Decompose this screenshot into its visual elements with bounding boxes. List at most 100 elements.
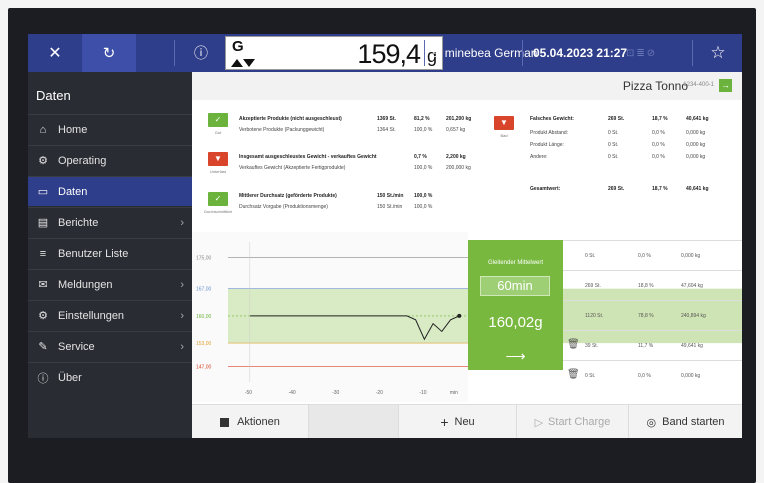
right-row-value: 0,000 kg — [686, 130, 706, 136]
wrench-icon: ✎ — [38, 341, 48, 353]
right-row-value: 0,0 % — [652, 142, 665, 148]
left-row-sub: Verkauftes Gewicht (Akzeptierte Fertigpr… — [239, 165, 346, 171]
right-row-value: 0 St. — [608, 130, 619, 136]
moving-average-duration[interactable]: 60min — [480, 276, 550, 296]
message-icon: ✉ — [38, 279, 48, 291]
left-row-subvalue: 200,000 kg — [446, 165, 471, 171]
new-button[interactable]: + Neu — [398, 405, 516, 438]
table-cell: 0,000 kg — [681, 253, 701, 259]
left-row-subvalue: 150 St./min — [377, 204, 403, 210]
sidebar-item-benutzer-liste[interactable]: ≡ Benutzer Liste — [28, 238, 192, 268]
total-label: Gesamtwert: — [530, 186, 561, 192]
sidebar-item--ber[interactable]: ⓘ Über — [28, 362, 192, 392]
right-row-value: 0,0 % — [652, 130, 665, 136]
sidebar-item-label: Berichte — [58, 216, 99, 229]
product-bar: Pizza Tonno 1234-400-1 → — [192, 72, 742, 100]
badge-label-bad: Bad — [500, 133, 508, 138]
sidebar-item-einstellungen[interactable]: ⚙ Einstellungen › — [28, 300, 192, 330]
sidebar-item-meldungen[interactable]: ✉ Meldungen › — [28, 269, 192, 299]
empty-slot — [308, 405, 398, 438]
sidebar-item-home[interactable]: ⌂ Home — [28, 114, 192, 144]
left-row-title: Mittlerer Durchsatz (geförderte Produkte… — [239, 193, 337, 199]
left-row-subvalue: 1364 St. — [377, 127, 396, 133]
x-tick-label: min — [450, 390, 458, 396]
belt-icon: ◎ — [646, 416, 657, 429]
sidebar-item-label: Daten — [58, 185, 88, 198]
close-icon[interactable]: ✕ — [28, 34, 82, 72]
left-row-subvalue: 0,657 kg — [446, 127, 466, 133]
status-icons: ⊡≣⊘ — [626, 47, 658, 59]
sidebar-item-label: Home — [58, 123, 88, 136]
gross-marker: G — [232, 38, 244, 55]
sidebar-item-daten[interactable]: ▭ Daten — [28, 176, 192, 206]
start-charge-button[interactable]: ▷ Start Charge — [516, 405, 628, 438]
action-bar: Aktionen + Neu ▷ Start Charge ◎ Band sta… — [192, 404, 742, 438]
total-value: 40,641 kg — [686, 186, 709, 192]
trash-icon[interactable]: 🗑 — [567, 339, 580, 350]
left-row-value: 2,200 kg — [446, 154, 466, 160]
right-row-label: Produkt Länge: — [530, 142, 564, 148]
left-row-value: 1369 St. — [377, 116, 396, 122]
start-belt-button[interactable]: ◎ Band starten — [628, 405, 742, 438]
star-icon[interactable]: ☆ — [698, 34, 738, 72]
badge-label-under: Unterlast — [209, 169, 226, 174]
zero-icon — [243, 59, 255, 67]
right-row-value: 0,000 kg — [686, 142, 706, 148]
table-cell: 240,894 kg — [681, 313, 706, 319]
moving-average-value: 160,02g — [488, 314, 543, 331]
x-tick-label: -50 — [245, 390, 252, 396]
badge-label-good: Gut — [214, 130, 222, 135]
table-cell: 1120 St. — [585, 313, 604, 319]
product-code: 1234-400-1 — [683, 82, 714, 88]
report-icon: ▤ — [37, 217, 49, 229]
moving-average-title: Gleitender Mittelwert — [487, 260, 544, 266]
sidebar-title: Daten — [36, 88, 71, 103]
plus-icon: + — [440, 414, 449, 430]
right-row-label: Produkt Abstand: — [530, 130, 569, 136]
x-tick-label: -20 — [376, 390, 383, 396]
summary-panel: ✓ Gut ▼ Unterlast ✓ Durchschnittlich ▼ B… — [192, 102, 742, 230]
refresh-icon[interactable]: ↻ — [82, 34, 136, 72]
left-row-subvalue: 100,0 % — [414, 127, 433, 133]
sidebar-item-label: Service — [58, 340, 95, 353]
sidebar-item-service[interactable]: ✎ Service › — [28, 331, 192, 361]
product-name: Pizza Tonno — [622, 79, 688, 93]
table-cell: 0 St. — [585, 373, 596, 379]
stability-icon — [231, 59, 243, 67]
left-row-value: 81,2 % — [414, 116, 430, 122]
start-belt-label: Band starten — [662, 416, 725, 428]
actions-button[interactable]: Aktionen — [192, 405, 308, 438]
top-bar: ✕ ↻ ⓘ G 159,4 g ♙ minebea German 05.04.2… — [28, 34, 742, 72]
sidebar-item-label: Über — [58, 371, 82, 384]
y-tick-label: 175,00 — [196, 256, 212, 262]
left-row-subvalue: 100,0 % — [414, 165, 433, 171]
sidebar-item-berichte[interactable]: ▤ Berichte › — [28, 207, 192, 237]
series-endpoint — [457, 313, 462, 318]
right-row-value: 0 St. — [608, 142, 619, 148]
table-row: 269 St. 18,8 % 47,604 kg — [563, 270, 742, 300]
table-row: 🗑 0 St. 0,0 % 0,000 kg — [563, 360, 742, 390]
good-badge-icon: ✓ — [208, 113, 228, 127]
weight-display: G 159,4 g — [225, 36, 443, 70]
sidebar-item-label: Operating — [58, 154, 107, 167]
right-row-value: 0 St. — [608, 154, 619, 160]
settings-icon: ⚙ — [38, 310, 48, 322]
new-label: Neu — [454, 416, 475, 428]
product-next-icon[interactable]: → — [719, 79, 732, 92]
average-badge-icon: ✓ — [208, 192, 228, 206]
info-icon[interactable]: ⓘ — [184, 34, 218, 72]
right-value: 18,7 % — [652, 116, 668, 122]
chevron-right-icon: › — [180, 278, 184, 291]
table-row: 0 St. 0,0 % 0,000 kg — [563, 240, 742, 270]
start-charge-label: Start Charge — [548, 416, 611, 428]
table-row: 1120 St. 78,8 % 240,894 kg — [563, 300, 742, 330]
weight-value: 159,4 — [357, 39, 421, 69]
trash-icon[interactable]: 🗑 — [567, 369, 580, 380]
table-cell: 0,0 % — [638, 373, 651, 379]
datetime: 05.04.2023 21:27 — [533, 46, 628, 60]
x-tick-label: -10 — [419, 390, 426, 396]
y-tick-label: 147,00 — [196, 364, 212, 370]
actions-label: Aktionen — [237, 416, 280, 428]
total-value: 18,7 % — [652, 186, 668, 192]
sidebar-item-operating[interactable]: ⚙ Operating — [28, 145, 192, 175]
